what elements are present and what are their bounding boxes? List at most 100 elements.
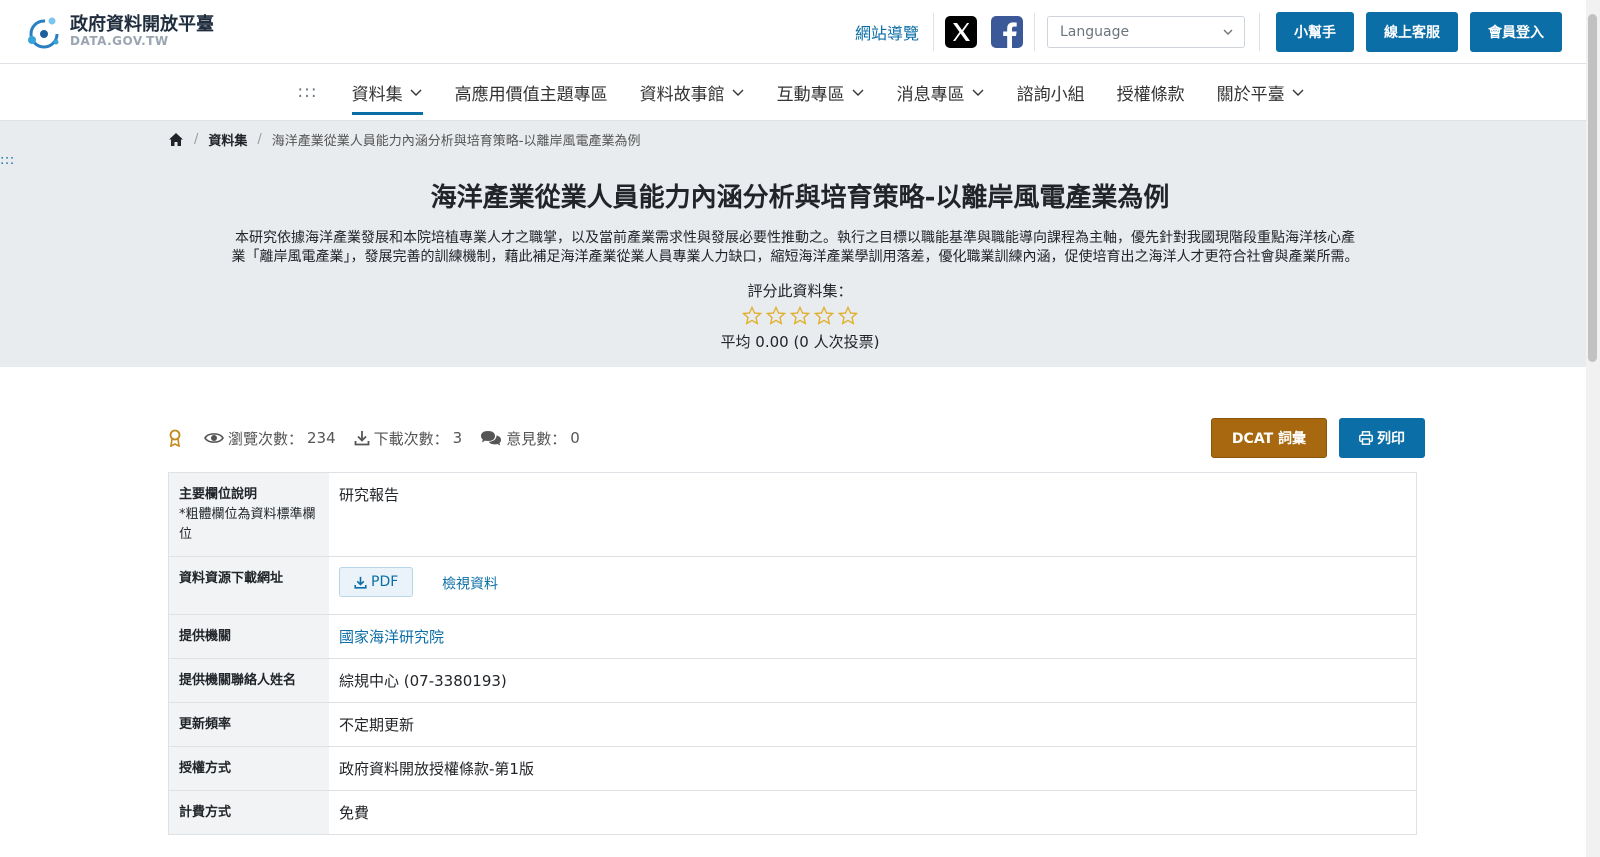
description-line: 業「離岸風電產業」，發展完善的訓練機制，藉此補足海洋產業從業人員專業人力缺口，縮…	[231, 249, 1359, 265]
star-icon[interactable]	[766, 306, 786, 325]
comments-stat: 意見數： 0	[480, 428, 580, 449]
breadcrumb-separator: /	[194, 132, 199, 147]
nav-item-advisory[interactable]: 諮詢小組	[1001, 64, 1101, 120]
pdf-download-button[interactable]: PDF	[339, 567, 414, 597]
nav-label: 資料集	[351, 84, 403, 105]
agency-link[interactable]: 國家海洋研究院	[329, 615, 1416, 658]
row-key: 提供機關	[169, 615, 329, 658]
print-label: 列印	[1377, 431, 1405, 447]
facebook-icon[interactable]	[990, 15, 1024, 49]
table-row: 計費方式 免費	[169, 791, 1416, 835]
nav-item-about[interactable]: 關於平臺	[1201, 64, 1321, 120]
dataset-stats: 瀏覽次數： 234 下載次數： 3 意見數： 0 DCAT 詞彙 列印	[168, 416, 1425, 460]
nav-item-data-stories[interactable]: 資料故事館	[624, 64, 761, 120]
table-row: 主要欄位說明 *粗體欄位為資料標準欄位 研究報告	[169, 473, 1416, 557]
nav-accesskey[interactable]: :::	[279, 64, 335, 120]
main-nav: ::: 資料集 高應用價值主題專區 資料故事館 互動專區 消息專區 諮詢小組 授…	[0, 64, 1600, 121]
views-label: 瀏覽次數：	[228, 429, 304, 448]
comments-count: 0	[570, 429, 580, 447]
breadcrumb-datasets[interactable]: 資料集	[208, 130, 247, 149]
comments-icon	[481, 431, 502, 446]
chevron-down-icon	[1223, 29, 1233, 35]
nav-label: 諮詢小組	[1016, 84, 1085, 105]
star-icon[interactable]	[838, 306, 858, 325]
breadcrumb-current: 海洋產業從業人員能力內涵分析與培育策略-以離岸風電產業為例	[271, 134, 641, 149]
views-stat: 瀏覽次數： 234	[204, 428, 336, 449]
row-key: 計費方式	[169, 791, 329, 834]
sitemap-link[interactable]: 網站導覽	[855, 20, 919, 44]
print-button[interactable]: 列印	[1339, 418, 1425, 458]
nav-item-license[interactable]: 授權條款	[1101, 64, 1201, 120]
divider	[1259, 12, 1260, 51]
row-key: 資料資源下載網址	[169, 557, 329, 614]
nav-item-high-value[interactable]: 高應用價值主題專區	[439, 64, 624, 120]
nav-item-datasets[interactable]: 資料集	[336, 64, 439, 120]
downloads-label: 下載次數：	[373, 429, 449, 448]
download-icon	[354, 576, 367, 589]
scrollbar-thumb[interactable]	[1588, 14, 1597, 362]
nav-label: 互動專區	[776, 84, 845, 105]
chevron-down-icon	[410, 89, 422, 96]
language-select[interactable]: Language	[1047, 15, 1245, 48]
star-icon[interactable]	[742, 306, 762, 325]
rating-label: 評分此資料集：	[747, 282, 853, 300]
x-twitter-icon[interactable]	[944, 15, 978, 49]
award-icon	[169, 429, 181, 447]
table-row: 提供機關 國家海洋研究院	[169, 615, 1416, 659]
main-field-note: *粗體欄位為資料標準欄位	[179, 507, 316, 542]
nav-item-interactive[interactable]: 互動專區	[761, 64, 881, 120]
download-icon	[354, 431, 370, 446]
comments-label: 意見數：	[506, 429, 567, 448]
page-title: 海洋產業從業人員能力內涵分析與培育策略-以離岸風電產業為例	[430, 183, 1170, 213]
home-icon[interactable]	[168, 132, 184, 147]
breadcrumb-separator: /	[257, 132, 262, 147]
dataset-hero: ::: / 資料集 / 海洋產業從業人員能力內涵分析與培育策略-以離岸風電產業為…	[0, 121, 1600, 367]
table-row: 授權方式 政府資料開放授權條款-第1版	[169, 747, 1416, 791]
nav-label: 資料故事館	[639, 84, 725, 105]
logo-icon	[24, 12, 64, 52]
dataset-description: 本研究依據海洋產業發展和本院培植專業人才之職掌，以及當前產業需求性與發展必要性推…	[140, 229, 1450, 267]
row-value: 政府資料開放授權條款-第1版	[339, 760, 534, 778]
downloads-count: 3	[452, 429, 463, 447]
language-placeholder: Language	[1060, 23, 1130, 40]
nav-label: 授權條款	[1116, 84, 1185, 105]
page-scrollbar[interactable]	[1586, 0, 1600, 857]
star-icon[interactable]	[790, 306, 810, 325]
printer-icon	[1359, 431, 1373, 445]
member-login-button[interactable]: 會員登入	[1470, 11, 1562, 52]
logo-subtitle: DATA.GOV.TW	[70, 34, 169, 49]
site-header: 政府資料開放平臺 DATA.GOV.TW 網站導覽 Language 小幫手 線…	[0, 0, 1600, 64]
badge-stat	[168, 429, 186, 447]
star-icon[interactable]	[814, 306, 834, 325]
logo-title: 政府資料開放平臺	[70, 13, 214, 35]
nav-label: 消息專區	[896, 84, 965, 105]
nav-label: 關於平臺	[1216, 84, 1285, 105]
view-data-link[interactable]: 檢視資料	[442, 577, 498, 593]
table-row: 提供機關聯絡人姓名 綜規中心 (07-3380193)	[169, 659, 1416, 703]
helper-button[interactable]: 小幫手	[1276, 11, 1354, 52]
row-key: 提供機關聯絡人姓名	[169, 659, 329, 702]
rating-stars	[0, 306, 1600, 325]
row-value: 研究報告	[339, 486, 400, 504]
row-key: 主要欄位說明 *粗體欄位為資料標準欄位	[169, 473, 329, 556]
divider	[1034, 12, 1035, 51]
content-accesskey[interactable]: :::	[0, 153, 15, 168]
pdf-label: PDF	[371, 574, 399, 590]
online-service-button[interactable]: 線上客服	[1366, 11, 1458, 52]
row-value: 不定期更新	[339, 716, 415, 734]
site-logo[interactable]: 政府資料開放平臺 DATA.GOV.TW	[24, 12, 214, 52]
row-value: PDF 檢視資料	[329, 557, 1416, 614]
row-value: 免費	[339, 804, 370, 822]
nav-item-news[interactable]: 消息專區	[881, 64, 1001, 120]
row-key: 更新頻率	[169, 703, 329, 746]
dcat-button[interactable]: DCAT 詞彙	[1210, 418, 1327, 458]
dataset-info-table: 主要欄位說明 *粗體欄位為資料標準欄位 研究報告 資料資源下載網址 PDF 檢視…	[168, 472, 1417, 835]
downloads-stat: 下載次數： 3	[354, 428, 463, 449]
nav-label: 高應用價值主題專區	[454, 84, 608, 105]
table-row: 資料資源下載網址 PDF 檢視資料	[169, 557, 1416, 615]
breadcrumb: / 資料集 / 海洋產業從業人員能力內涵分析與培育策略-以離岸風電產業為例	[168, 130, 641, 149]
divider	[933, 12, 934, 51]
eye-icon	[204, 433, 224, 443]
row-value: 綜規中心 (07-3380193)	[339, 672, 507, 690]
chevron-down-icon	[972, 89, 984, 96]
